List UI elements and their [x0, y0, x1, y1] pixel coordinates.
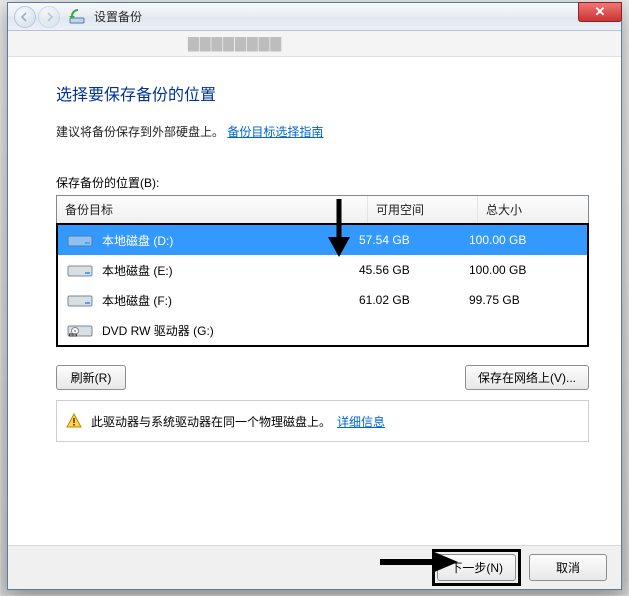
window-title: 设置备份: [94, 8, 142, 25]
dvd-drive-icon: DVD: [66, 321, 94, 339]
drive-total: 100.00 GB: [469, 233, 579, 247]
page-heading: 选择要保存备份的位置: [56, 81, 599, 105]
col-header-free[interactable]: 可用空间: [368, 196, 478, 223]
save-on-network-button[interactable]: 保存在网络上(V)...: [465, 365, 589, 390]
guidelines-link[interactable]: 备份目标选择指南: [227, 125, 323, 139]
close-button[interactable]: ✕: [578, 2, 622, 22]
drive-list: 备份目标 可用空间 总大小 本地磁盘 (D:)57.54 GB100.00 GB…: [56, 195, 589, 347]
refresh-button[interactable]: 刷新(R): [56, 365, 126, 390]
dialog-window: 设置备份 ✕ ▇▇▇▇▇▇▇▇ 选择要保存备份的位置 建议将备份保存到外部硬盘上…: [7, 2, 622, 590]
hard-drive-icon: [66, 231, 94, 249]
close-icon: ✕: [595, 4, 606, 20]
warning-icon: [65, 412, 83, 430]
drive-free: 45.56 GB: [359, 263, 469, 277]
list-buttons-row: 刷新(R) 保存在网络上(V)...: [56, 365, 589, 390]
back-button[interactable]: [14, 6, 36, 28]
hard-drive-icon: [66, 261, 94, 279]
forward-button[interactable]: [38, 6, 60, 28]
recommendation-text: 建议将备份保存到外部硬盘上。: [56, 125, 224, 139]
warning-text: 此驱动器与系统驱动器在同一个物理磁盘上。: [91, 413, 331, 430]
drive-name: DVD RW 驱动器 (G:): [102, 322, 214, 339]
drive-free: 61.02 GB: [359, 293, 469, 307]
dialog-footer: 下一步(N) 取消: [8, 545, 621, 589]
col-header-total[interactable]: 总大小: [478, 196, 588, 223]
titlebar: 设置备份 ✕: [8, 3, 621, 31]
drive-free: 57.54 GB: [359, 233, 469, 247]
hard-drive-icon: [66, 291, 94, 309]
drive-total: 100.00 GB: [469, 263, 579, 277]
warning-panel: 此驱动器与系统驱动器在同一个物理磁盘上。 详细信息: [56, 400, 589, 442]
drive-name: 本地磁盘 (F:): [102, 292, 172, 309]
drive-row[interactable]: 本地磁盘 (E:) 45.56 GB100.00 GB: [58, 255, 587, 285]
ghost-breadcrumb: ▇▇▇▇▇▇▇▇: [8, 31, 621, 57]
recommendation-row: 建议将备份保存到外部硬盘上。 备份目标选择指南: [56, 123, 599, 140]
drive-row[interactable]: DVD DVD RW 驱动器 (G:): [58, 315, 587, 345]
svg-text:DVD: DVD: [70, 333, 77, 337]
list-header: 备份目标 可用空间 总大小: [57, 196, 588, 224]
annotation-box-next: 下一步(N): [432, 549, 521, 586]
drive-row[interactable]: 本地磁盘 (F:) 61.02 GB99.75 GB: [58, 285, 587, 315]
drive-name: 本地磁盘 (D:): [102, 232, 173, 249]
annotation-box-list: 本地磁盘 (D:)57.54 GB100.00 GB本地磁盘 (E:)45.56…: [56, 223, 589, 347]
details-link[interactable]: 详细信息: [337, 413, 385, 430]
nav-buttons: [8, 6, 60, 28]
cancel-button[interactable]: 取消: [529, 554, 607, 581]
drive-row[interactable]: 本地磁盘 (D:) 57.54 GB100.00 GB: [58, 225, 587, 255]
col-header-name[interactable]: 备份目标: [57, 196, 368, 223]
drive-name: 本地磁盘 (E:): [102, 262, 173, 279]
backup-icon: [68, 9, 88, 25]
next-button[interactable]: 下一步(N): [437, 554, 516, 581]
list-label: 保存备份的位置(B):: [56, 174, 599, 191]
drive-total: 99.75 GB: [469, 293, 579, 307]
content-area: 选择要保存备份的位置 建议将备份保存到外部硬盘上。 备份目标选择指南 保存备份的…: [8, 57, 621, 545]
